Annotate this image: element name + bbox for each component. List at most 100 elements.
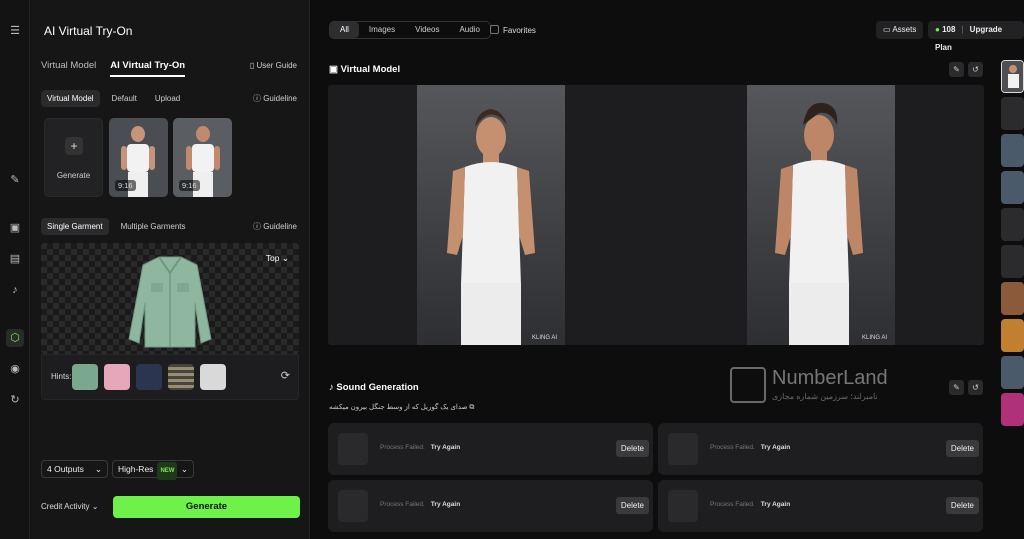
failed-icon <box>668 490 698 522</box>
delete-button[interactable]: Delete <box>615 497 649 514</box>
generate-button[interactable]: Generate <box>113 496 300 518</box>
regenerate-icon[interactable]: ↺ <box>968 380 983 395</box>
failure-status: Process Failed. <box>710 501 755 508</box>
main-area: All Images Videos Audio Favorites ▭ Asse… <box>310 0 1024 539</box>
chevron-down-icon: ⌄ <box>180 464 188 474</box>
model-source-tabs: Virtual Model Default Upload <box>41 90 186 107</box>
tab-model-default[interactable]: Default <box>106 90 143 107</box>
hints-label: Hints: <box>51 372 72 381</box>
hints-bar: Hints: ⟳ <box>41 354 299 400</box>
history-icon[interactable]: ↻ <box>8 393 22 407</box>
history-thumb[interactable] <box>1001 356 1024 389</box>
plus-icon: + <box>65 137 83 155</box>
tab-virtual-model[interactable]: Virtual Model <box>41 60 96 77</box>
model-thumb[interactable]: 9:16 <box>173 118 232 197</box>
virtual-model-results: KLING AI KLING AI <box>328 85 984 345</box>
garment-upload-area[interactable]: Top ⌄ <box>41 243 299 354</box>
model-figure-image <box>1002 61 1023 92</box>
info-icon: ⓘ <box>252 222 264 231</box>
credit-activity-button[interactable]: Credit Activity ⌄ <box>41 502 98 511</box>
model-thumb[interactable]: 9:16 <box>109 118 168 197</box>
result-image[interactable]: KLING AI <box>747 85 895 345</box>
edit-icon[interactable]: ✎ <box>949 380 964 395</box>
resolution-value: High-Res <box>118 464 154 474</box>
result-image[interactable]: KLING AI <box>417 85 565 345</box>
chevron-down-icon: ⌄ <box>91 502 99 511</box>
user-guide-link[interactable]: ▯ User Guide <box>250 61 297 70</box>
delete-button[interactable]: Delete <box>615 440 649 457</box>
history-thumb[interactable] <box>1001 208 1024 241</box>
numberland-logo-icon <box>730 367 766 403</box>
history-thumb[interactable] <box>1001 97 1024 130</box>
history-thumb[interactable] <box>1001 171 1024 204</box>
checkbox[interactable] <box>490 25 499 34</box>
failed-generation-card: Process Failed. Try Again Delete <box>658 480 983 532</box>
try-again-link[interactable]: Try Again <box>431 444 460 451</box>
filter-audio[interactable]: Audio <box>449 22 489 38</box>
resolution-select[interactable]: High-Res NEW ⌄ <box>112 460 194 480</box>
refresh-icon[interactable]: ⟳ <box>281 369 290 382</box>
favorites-toggle[interactable]: Favorites <box>490 25 536 35</box>
generate-model-card[interactable]: + Generate <box>44 118 103 197</box>
edit-icon[interactable]: ✎ <box>949 62 964 77</box>
garment-guideline-link[interactable]: ⓘ Guideline <box>253 221 297 232</box>
credit-activity-label: Credit Activity <box>41 502 90 511</box>
image-icon[interactable]: ▣ <box>8 221 22 235</box>
history-thumb[interactable] <box>1001 134 1024 167</box>
failed-icon <box>338 490 368 522</box>
failure-message: Process Failed. Try Again <box>710 501 790 508</box>
try-again-link[interactable]: Try Again <box>431 501 460 508</box>
hint-garment-shirt[interactable] <box>200 364 226 390</box>
filter-all[interactable]: All <box>330 22 359 38</box>
tab-model-virtual[interactable]: Virtual Model <box>41 90 100 107</box>
history-thumb[interactable] <box>1001 393 1024 426</box>
hint-garment-striped-sweater[interactable] <box>168 364 194 390</box>
video-icon[interactable]: ▤ <box>8 252 22 266</box>
delete-button[interactable]: Delete <box>945 497 979 514</box>
history-thumb[interactable] <box>1001 319 1024 352</box>
credit-icon: ● <box>935 25 943 34</box>
info-icon: ⓘ <box>252 94 264 103</box>
folder-icon: ▭ <box>883 25 893 34</box>
guideline-label: Guideline <box>263 222 297 231</box>
virtual-model-section-title: ▣ Virtual Model <box>329 64 400 75</box>
history-thumb[interactable] <box>1001 245 1024 278</box>
history-thumb[interactable] <box>1001 282 1024 315</box>
try-again-link[interactable]: Try Again <box>761 501 790 508</box>
failed-generation-card: Process Failed. Try Again Delete <box>328 480 653 532</box>
garment-type-select[interactable]: Top ⌄ <box>266 253 289 264</box>
outputs-select[interactable]: 4 Outputs ⌄ <box>41 460 108 478</box>
regenerate-icon[interactable]: ↺ <box>968 62 983 77</box>
chevron-down-icon: ⌄ <box>94 464 102 474</box>
filter-videos[interactable]: Videos <box>405 22 449 38</box>
audio-icon[interactable]: ♪ <box>8 283 22 297</box>
numberland-tagline: نامبرلند؛ سرزمین شماره مجازی <box>772 392 878 401</box>
assets-button[interactable]: ▭ Assets <box>876 21 924 39</box>
history-thumb[interactable] <box>1001 60 1024 93</box>
tab-ai-virtual-try-on[interactable]: AI Virtual Try-On <box>110 60 186 77</box>
failure-message: Process Failed. Try Again <box>380 501 460 508</box>
credits-count: 108 <box>942 25 956 34</box>
hint-garment-green-jacket[interactable] <box>72 364 98 390</box>
generate-card-label: Generate <box>56 171 91 180</box>
menu-icon[interactable]: ☰ <box>8 24 22 38</box>
credits-upgrade[interactable]: ● 108 | Upgrade Plan <box>928 21 1024 52</box>
model-guideline-link[interactable]: ⓘ Guideline <box>253 93 297 104</box>
hint-garment-pink-top[interactable] <box>104 364 130 390</box>
delete-button[interactable]: Delete <box>945 440 979 457</box>
eye-icon[interactable]: ◉ <box>8 362 22 376</box>
divider: | <box>961 25 964 34</box>
tab-multiple-garments[interactable]: Multiple Garments <box>115 218 192 235</box>
failed-icon <box>668 433 698 465</box>
tab-model-upload[interactable]: Upload <box>149 90 186 107</box>
ratio-badge: 9:16 <box>115 180 136 191</box>
filter-images[interactable]: Images <box>359 22 405 38</box>
model-figure-image <box>775 102 863 345</box>
tab-single-garment[interactable]: Single Garment <box>41 218 109 235</box>
failure-message: Process Failed. Try Again <box>710 444 790 451</box>
hint-garment-vest[interactable] <box>136 364 162 390</box>
palette-icon[interactable]: ✎ <box>8 173 22 187</box>
copy-icon[interactable]: ⧉ <box>469 404 474 411</box>
tryon-icon[interactable]: ⬡ <box>6 329 24 347</box>
try-again-link[interactable]: Try Again <box>761 444 790 451</box>
